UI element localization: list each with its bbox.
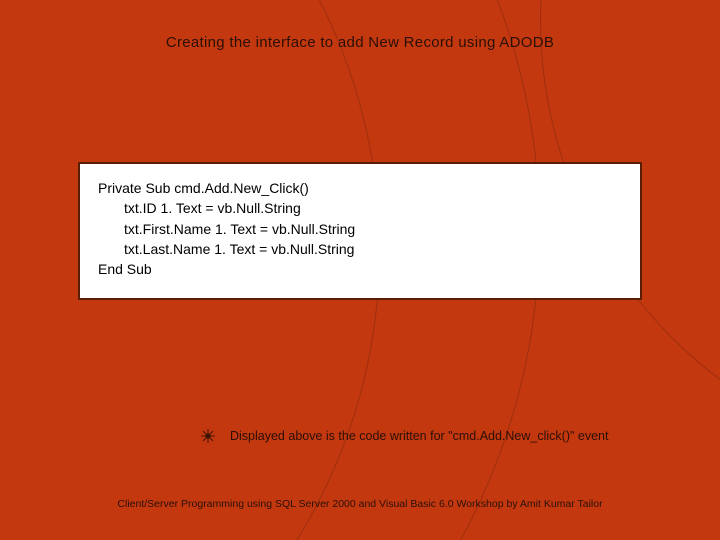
- slide-title: Creating the interface to add New Record…: [0, 34, 720, 51]
- code-line: txt.Last.Name 1. Text = vb.Null.String: [98, 239, 622, 259]
- slide-footer: Client/Server Programming using SQL Serv…: [0, 498, 720, 510]
- caption-row: Displayed above is the code written for …: [200, 428, 609, 444]
- caption-text: Displayed above is the code written for …: [230, 429, 609, 443]
- code-block: Private Sub cmd.Add.New_Click() txt.ID 1…: [78, 162, 642, 300]
- code-line: txt.ID 1. Text = vb.Null.String: [98, 198, 622, 218]
- code-line: Private Sub cmd.Add.New_Click(): [98, 178, 622, 198]
- spider-bullet-icon: [200, 428, 216, 444]
- code-line: End Sub: [98, 259, 622, 279]
- code-line: txt.First.Name 1. Text = vb.Null.String: [98, 219, 622, 239]
